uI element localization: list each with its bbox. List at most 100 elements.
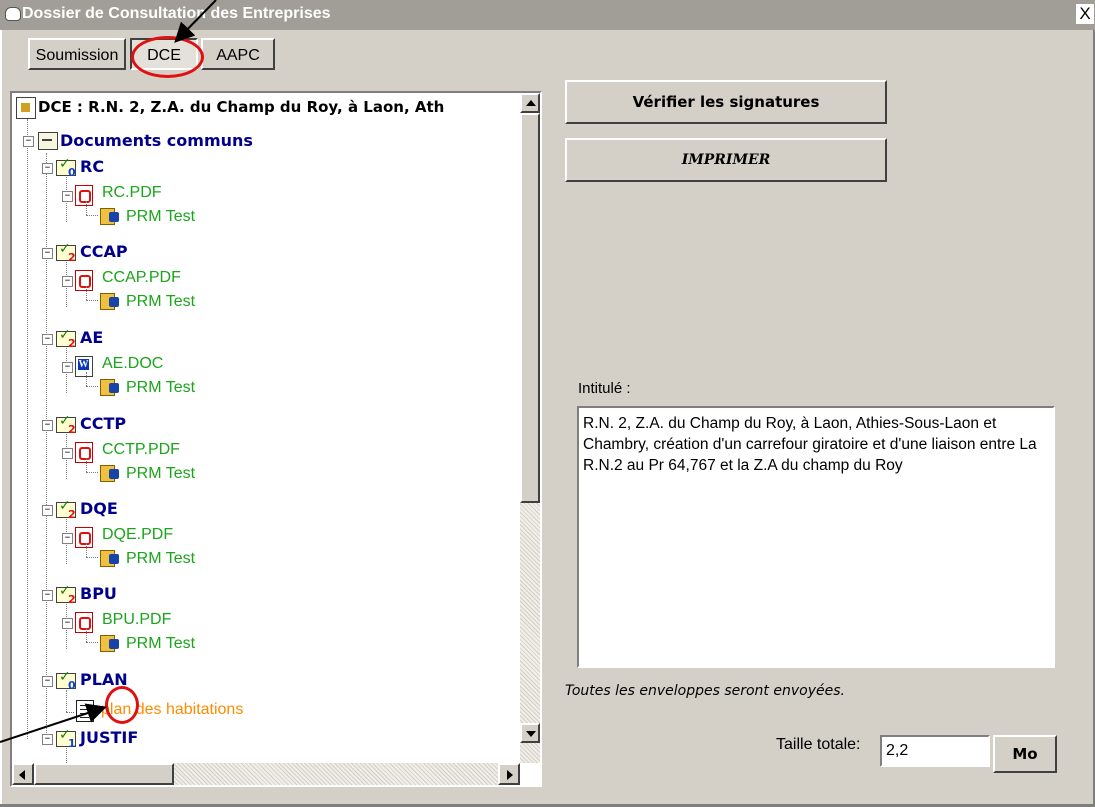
word-doc-icon: W: [75, 356, 93, 377]
file-label: CCAP.PDF: [102, 269, 181, 286]
scroll-down-arrow-icon: [526, 731, 536, 737]
scroll-up-arrow-icon: [526, 100, 536, 106]
document-icon: [76, 700, 94, 722]
close-button[interactable]: X: [1076, 4, 1094, 24]
scroll-left-arrow-icon: [19, 770, 25, 780]
tree-horizontal-scrollbar[interactable]: [12, 763, 520, 785]
expander-cctp-pdf[interactable]: −: [62, 448, 73, 459]
tab-aapc[interactable]: AAPC: [201, 38, 275, 70]
envelopes-info-text: Toutes les enveloppes seront envoyées.: [565, 683, 845, 699]
signature-icon: [100, 291, 120, 310]
envelope-icon: ✓ 0: [56, 669, 76, 692]
app-icon: [5, 7, 21, 21]
pdf-icon: [75, 612, 93, 633]
file-label: DQE.PDF: [102, 526, 174, 543]
folder-label: RC: [80, 157, 105, 176]
envelope-icon: ✓ 0: [56, 156, 76, 179]
taille-totale-field[interactable]: 2,2: [880, 735, 990, 767]
group-label: Documents communs: [60, 131, 253, 150]
signature-icon: [100, 463, 120, 482]
scroll-down-button[interactable]: [520, 723, 540, 743]
scroll-up-button[interactable]: [520, 93, 540, 113]
tree-line: [66, 748, 67, 763]
tree-line: [86, 372, 87, 386]
tree-root-label: DCE : R.N. 2, Z.A. du Champ du Roy, à La…: [38, 98, 445, 116]
scroll-right-button[interactable]: [498, 763, 520, 785]
envelope-icon: ✓ 1: [56, 727, 76, 750]
verify-signatures-button[interactable]: Vérifier les signatures: [565, 80, 887, 124]
tree-line: [27, 119, 28, 739]
expander-ccap[interactable]: −: [42, 248, 53, 259]
tree-line: [66, 712, 74, 713]
title-bar[interactable]: Dossier de Consultation des Entreprises …: [0, 0, 1095, 30]
tree-line: [86, 543, 87, 557]
expander-dqe[interactable]: −: [42, 505, 53, 516]
document-tree[interactable]: DCE : R.N. 2, Z.A. du Champ du Roy, à La…: [10, 91, 542, 787]
tree-line: [86, 386, 98, 387]
horizontal-scroll-thumb[interactable]: [34, 763, 174, 785]
window-title: Dossier de Consultation des Entreprises: [22, 5, 331, 22]
tree-line: [86, 201, 87, 215]
signer-label: PRM Test: [126, 293, 196, 310]
expander-ccap-pdf[interactable]: −: [62, 276, 73, 287]
tree-line: [66, 690, 67, 712]
file-label: CCTP.PDF: [102, 441, 180, 458]
tree-vertical-scrollbar[interactable]: [520, 93, 540, 763]
expander-rc[interactable]: −: [42, 163, 53, 174]
expander-plan[interactable]: −: [42, 676, 53, 687]
expander-documents-communs[interactable]: −: [23, 136, 34, 147]
intitule-textarea[interactable]: R.N. 2, Z.A. du Champ du Roy, à Laon, At…: [577, 406, 1055, 668]
tree-line: [86, 286, 87, 300]
envelope-icon: ✓ 2: [56, 583, 76, 606]
folder-label: AE: [80, 328, 104, 347]
book-icon: [38, 132, 58, 150]
pdf-icon: [75, 527, 93, 548]
print-button[interactable]: IMPRIMER: [565, 138, 887, 182]
folder-label: CCTP: [80, 414, 127, 433]
expander-rc-pdf[interactable]: −: [62, 191, 73, 202]
tree-line: [86, 557, 98, 558]
dce-root-icon: [16, 97, 36, 119]
scroll-left-button[interactable]: [12, 763, 34, 785]
window-border-left: [0, 30, 2, 807]
tree-line: [86, 642, 98, 643]
folder-label: JUSTIF: [80, 728, 139, 747]
folder-label: BPU: [80, 584, 117, 603]
expander-justif[interactable]: −: [42, 734, 53, 745]
signature-icon: [100, 633, 120, 652]
tree-line: [46, 153, 47, 743]
dce-window: Dossier de Consultation des Entreprises …: [0, 0, 1095, 807]
pdf-icon: [75, 185, 93, 206]
signer-label: PRM Test: [126, 635, 196, 652]
tree-line: [86, 458, 87, 472]
envelope-icon: ✓ 2: [56, 498, 76, 521]
file-label: AE.DOC: [102, 355, 164, 372]
pdf-icon: [75, 442, 93, 463]
expander-cctp[interactable]: −: [42, 420, 53, 431]
scroll-right-arrow-icon: [507, 770, 513, 780]
envelope-icon: ✓ 2: [56, 327, 76, 350]
expander-bpu-pdf[interactable]: −: [62, 618, 73, 629]
file-label: RC.PDF: [102, 184, 162, 201]
signer-label: PRM Test: [126, 465, 196, 482]
taille-totale-label: Taille totale:: [776, 736, 861, 753]
expander-ae-doc[interactable]: −: [62, 362, 73, 373]
folder-label: CCAP: [80, 242, 128, 261]
unit-mo-button[interactable]: Mo: [993, 735, 1057, 773]
tree-line: [86, 472, 98, 473]
signature-icon: [100, 377, 120, 396]
envelope-icon: ✓ 2: [56, 413, 76, 436]
signer-label: PRM Test: [126, 208, 196, 225]
expander-dqe-pdf[interactable]: −: [62, 533, 73, 544]
intitule-label: Intitulé :: [578, 380, 631, 397]
envelope-icon: ✓ 2: [56, 241, 76, 264]
expander-bpu[interactable]: −: [42, 590, 53, 601]
tree-line: [86, 628, 87, 642]
scroll-thumb[interactable]: [520, 113, 540, 503]
tree-line: [86, 215, 98, 216]
tab-soumission[interactable]: Soumission: [28, 38, 126, 70]
pdf-icon: [75, 270, 93, 291]
signer-label: PRM Test: [126, 550, 196, 567]
file-label: BPU.PDF: [102, 611, 172, 628]
expander-ae[interactable]: −: [42, 334, 53, 345]
